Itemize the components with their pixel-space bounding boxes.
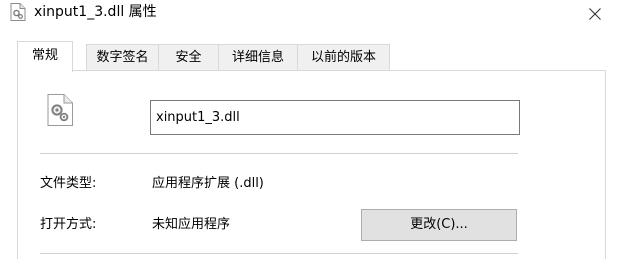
- file-type-value: 应用程序扩展 (.dll): [152, 176, 264, 191]
- file-name-input[interactable]: [150, 100, 520, 135]
- tab-digital-signatures[interactable]: 数字签名: [86, 44, 159, 71]
- window-title: xinput1_3.dll 属性: [34, 4, 157, 20]
- tab-general[interactable]: 常规: [17, 41, 73, 72]
- opens-with-value: 未知应用程序: [152, 217, 231, 232]
- dll-file-icon: [10, 3, 26, 21]
- dll-file-gear-icon: [46, 94, 74, 126]
- tab-strip: 常规 数字签名 安全 详细信息 以前的版本: [17, 41, 607, 72]
- tab-previous-versions[interactable]: 以前的版本: [297, 44, 390, 71]
- change-button[interactable]: 更改(C)...: [361, 209, 517, 241]
- divider: [40, 153, 518, 154]
- file-type-label: 文件类型:: [40, 176, 97, 191]
- title-bar: xinput1_3.dll 属性: [0, 0, 623, 28]
- tab-details[interactable]: 详细信息: [218, 44, 298, 71]
- divider: [40, 253, 518, 254]
- close-icon: [589, 8, 601, 20]
- opens-with-label: 打开方式:: [40, 217, 97, 232]
- general-tab-panel: [17, 70, 606, 259]
- close-button[interactable]: [572, 0, 618, 28]
- tab-security[interactable]: 安全: [158, 44, 219, 71]
